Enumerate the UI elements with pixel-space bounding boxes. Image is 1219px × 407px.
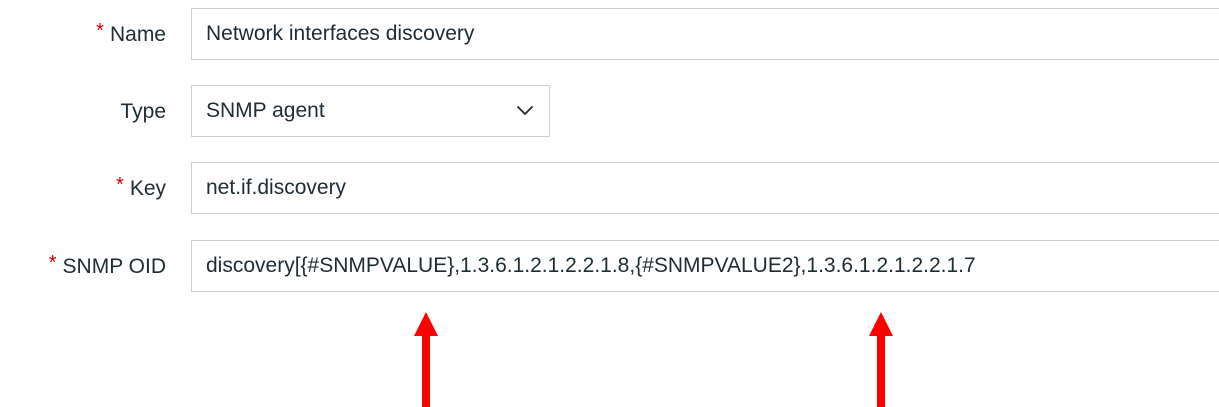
key-row: * Key [0,162,1219,216]
key-label: * Key [116,162,166,216]
snmp-oid-label-text: SNMP OID [62,255,166,278]
required-mark: * [116,174,124,196]
name-input[interactable] [192,9,1219,59]
snmp-oid-input[interactable] [192,241,1219,291]
name-label-text: Name [109,23,166,46]
name-label: * Name [96,8,166,62]
snmp-oid-field-box [191,240,1219,292]
chevron-down-icon [517,106,533,115]
key-label-text: Key [129,177,166,200]
required-mark: * [96,20,104,42]
type-label: Type [120,85,166,139]
required-mark: * [48,252,57,274]
name-row: * Name [0,8,1219,62]
snmp-oid-row: * SNMP OID [0,240,1219,294]
type-select-value: SNMP agent [206,99,325,122]
key-field-box [191,162,1219,214]
key-input[interactable] [192,163,1219,213]
type-select[interactable]: SNMP agent [191,85,550,137]
snmp-oid-label: * SNMP OID [49,240,166,294]
name-field-box [191,8,1219,60]
type-row: Type SNMP agent [0,85,1219,139]
type-label-text: Type [120,100,166,123]
arrow-up-icon [869,312,893,407]
arrow-up-icon [414,312,438,407]
